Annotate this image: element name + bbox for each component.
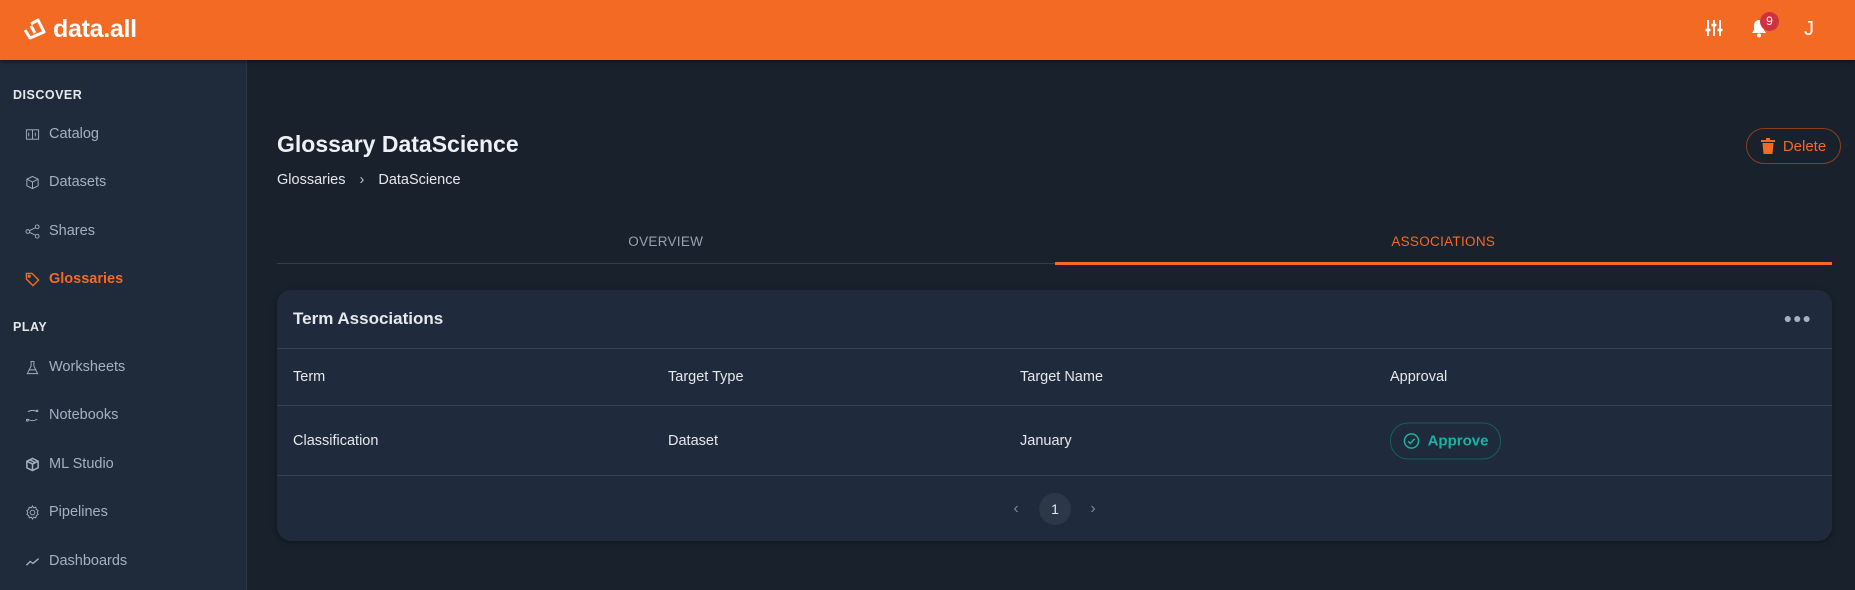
sidebar-item-label: Glossaries <box>49 271 124 287</box>
catalog-icon <box>25 128 40 140</box>
share-icon <box>25 223 40 239</box>
approve-label: Approve <box>1427 432 1489 449</box>
delete-button[interactable]: Delete <box>1746 128 1841 164</box>
sidebar-item-glossaries[interactable]: Glossaries <box>25 267 123 291</box>
flask-icon <box>26 360 39 374</box>
sidebar-item-ml-studio[interactable]: ML Studio <box>25 452 114 476</box>
sidebar: DISCOVER Catalog Datasets Shares Glossar… <box>0 60 247 590</box>
cube-icon <box>26 457 39 471</box>
user-avatar[interactable]: J <box>1804 18 1814 41</box>
cell-term: Classification <box>293 432 379 449</box>
sidebar-item-label: ML Studio <box>49 456 114 472</box>
chart-line-icon <box>25 557 40 566</box>
sidebar-item-label: Catalog <box>49 126 99 142</box>
page-title: Glossary DataScience <box>277 131 519 157</box>
previous-page-icon[interactable]: ‹ <box>1013 500 1018 518</box>
breadcrumb-current: DataScience <box>378 172 461 188</box>
sidebar-section-discover: DISCOVER <box>13 88 83 102</box>
sidebar-item-label: Datasets <box>49 174 107 190</box>
sidebar-item-shares[interactable]: Shares <box>25 219 95 243</box>
sidebar-item-label: Worksheets <box>49 359 126 375</box>
table-header: Term Target Type Target Name Approval <box>277 349 1832 406</box>
approve-button[interactable]: Approve <box>1390 422 1501 459</box>
cell-target-type: Dataset <box>668 432 718 449</box>
column-header-target-type: Target Type <box>668 369 744 385</box>
sidebar-item-catalog[interactable]: Catalog <box>25 122 99 146</box>
sidebar-item-label: Shares <box>49 223 95 239</box>
cell-target-name: January <box>1020 432 1072 449</box>
term-associations-card: Term Associations ●●● Term Target Type T… <box>277 290 1832 541</box>
table-row: Classification Dataset January Approve <box>277 406 1832 476</box>
next-page-icon[interactable]: › <box>1090 500 1095 518</box>
breadcrumb-glossaries[interactable]: Glossaries <box>277 172 346 188</box>
delete-label: Delete <box>1782 137 1827 155</box>
gear-icon <box>26 504 39 520</box>
notebook-icon <box>25 409 39 422</box>
app-name: data.all <box>53 15 137 43</box>
sidebar-item-pipelines[interactable]: Pipelines <box>25 500 108 524</box>
tag-icon <box>25 272 40 287</box>
sidebar-item-label: Dashboards <box>49 553 128 569</box>
sidebar-section-play: PLAY <box>13 320 48 334</box>
pagination: ‹ 1 › <box>277 476 1832 541</box>
settings-sliders-icon[interactable] <box>1704 18 1724 43</box>
chevron-right-icon: › <box>359 172 365 188</box>
sidebar-item-datasets[interactable]: Datasets <box>25 170 106 194</box>
column-header-target-name: Target Name <box>1020 369 1104 385</box>
cube-icon <box>26 175 39 189</box>
tab-overview[interactable]: OVERVIEW <box>277 222 1055 263</box>
notification-badge: 9 <box>1760 12 1779 31</box>
tab-associations[interactable]: ASSOCIATIONS <box>1054 222 1833 265</box>
top-bar: data.all 9 J <box>0 0 1855 60</box>
logo-icon <box>23 18 46 39</box>
column-header-term: Term <box>293 369 326 385</box>
check-circle-icon <box>1403 432 1419 449</box>
sidebar-item-notebooks[interactable]: Notebooks <box>25 403 118 427</box>
tab-bar: OVERVIEW ASSOCIATIONS <box>277 222 1833 265</box>
sidebar-item-label: Pipelines <box>49 504 108 520</box>
sidebar-item-label: Notebooks <box>49 407 119 423</box>
card-title: Term Associations <box>293 309 444 328</box>
breadcrumb: Glossaries › DataScience <box>277 172 461 188</box>
column-header-approval: Approval <box>1390 369 1448 385</box>
more-options-icon[interactable]: ●●● <box>1784 310 1812 326</box>
trash-icon <box>1760 138 1775 154</box>
sidebar-item-dashboards[interactable]: Dashboards <box>25 549 127 573</box>
logo[interactable]: data.all <box>21 15 137 44</box>
sidebar-item-worksheets[interactable]: Worksheets <box>25 355 125 379</box>
page-1-button[interactable]: 1 <box>1039 492 1071 525</box>
